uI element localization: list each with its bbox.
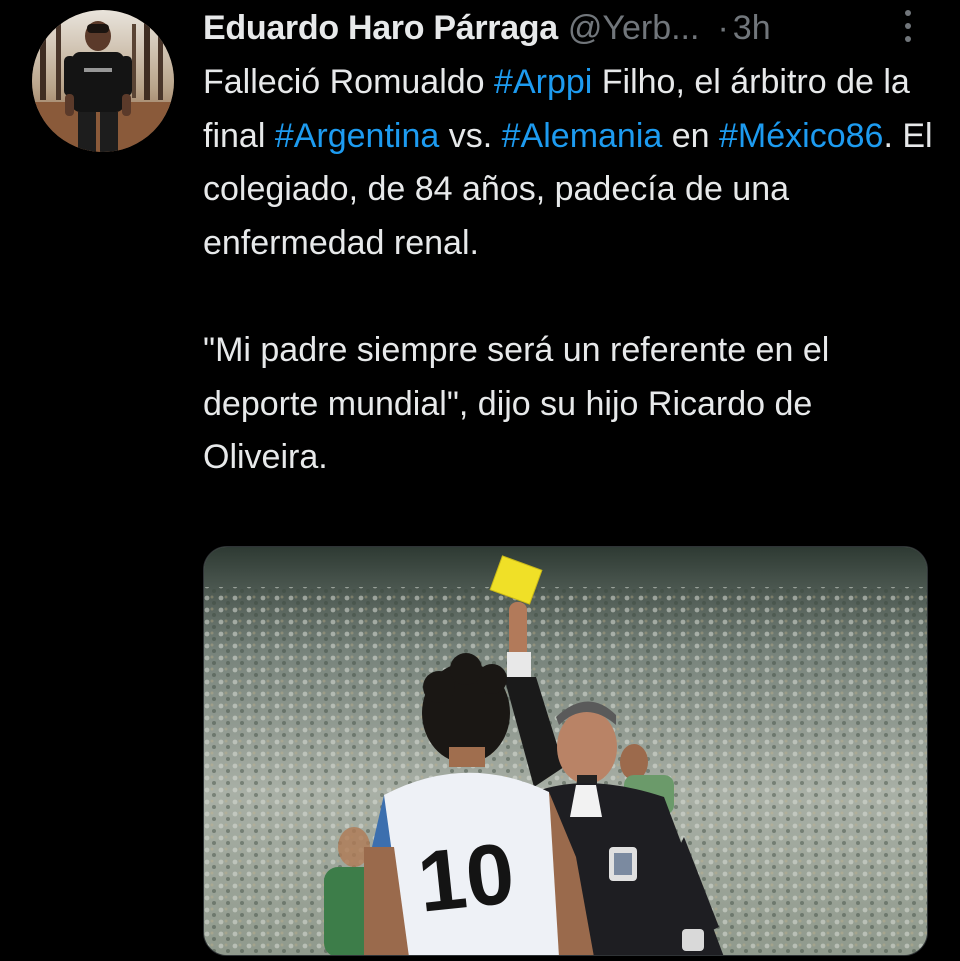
more-vertical-icon[interactable]	[898, 8, 918, 44]
tweet-paragraph: Falleció Romualdo #Arppi Filho, el árbit…	[203, 56, 938, 270]
tweet-text: Falleció Romualdo #Arppi Filho, el árbit…	[203, 56, 938, 485]
more-dot	[905, 36, 911, 42]
tweet-photo[interactable]: 10	[203, 546, 928, 956]
more-dot	[905, 10, 911, 16]
avatar[interactable]	[32, 10, 174, 152]
tweet-quote: "Mi padre siempre será un referente en e…	[203, 330, 830, 477]
tweet-timestamp[interactable]: 3h	[733, 6, 771, 50]
hashtag-arppi[interactable]: #Arppi	[494, 63, 592, 101]
tweet-header: Eduardo Haro Párraga @Yerb... · 3h	[203, 6, 933, 50]
more-dot	[905, 23, 911, 29]
header-separator: ·	[717, 9, 729, 47]
tweet[interactable]: Eduardo Haro Párraga @Yerb... · 3h Falle…	[0, 0, 960, 961]
hashtag-argentina[interactable]: #Argentina	[275, 117, 439, 155]
text-segment: Falleció Romualdo	[203, 63, 495, 101]
text-segment: en	[662, 116, 720, 155]
hashtag-alemania[interactable]: #Alemania	[502, 117, 663, 155]
author-handle[interactable]: @Yerb...	[568, 6, 700, 50]
svg-text:10: 10	[414, 825, 519, 930]
author-display-name[interactable]: Eduardo Haro Párraga	[203, 6, 558, 50]
text-segment: vs.	[439, 116, 502, 155]
hashtag-mexico86[interactable]: #México86	[719, 117, 883, 155]
